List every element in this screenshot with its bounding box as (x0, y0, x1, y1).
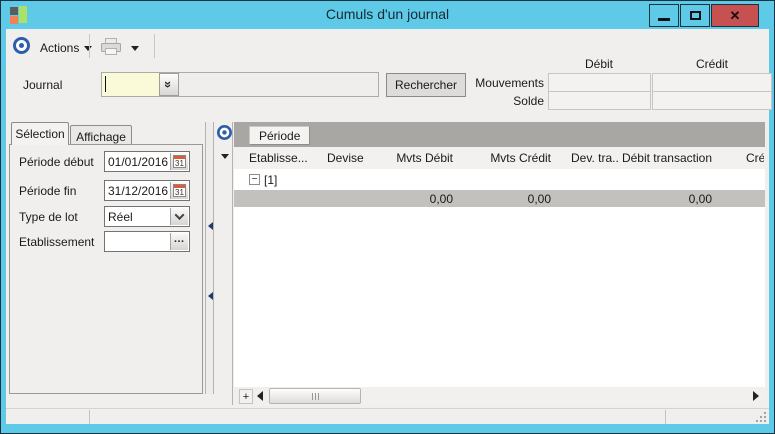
summary-mvts-debit: 0,00 (429, 191, 453, 206)
maximize-icon (689, 11, 701, 20)
journal-label: Journal (23, 78, 63, 92)
text-caret (105, 76, 106, 92)
credit-column-header: Crédit (695, 57, 728, 71)
summary-row: 0,00 0,00 0,00 (234, 190, 765, 207)
print-button[interactable] (100, 38, 122, 59)
column-header[interactable]: Cré (714, 151, 764, 165)
actions-label: Actions (40, 41, 80, 55)
collapse-left-icon[interactable] (208, 222, 213, 230)
collapse-left-icon[interactable] (208, 292, 213, 300)
maximize-button[interactable] (680, 4, 710, 27)
tab-affichage[interactable]: Affichage (70, 125, 132, 145)
grid-options-dropdown-icon[interactable] (221, 154, 229, 159)
minimize-icon (658, 18, 670, 21)
column-header[interactable]: Mvts Crédit (461, 151, 561, 165)
group-row-label: [1] (264, 172, 278, 187)
group-row[interactable]: − [1] (234, 169, 765, 190)
close-icon: ✕ (729, 7, 741, 23)
mouvements-label: Mouvements (475, 76, 544, 90)
journal-lookup-group: » (101, 72, 379, 97)
panel-splitter[interactable] (205, 122, 214, 394)
close-button[interactable]: ✕ (711, 4, 759, 27)
printer-icon (101, 38, 121, 55)
scroll-right-icon[interactable] (753, 391, 759, 401)
actions-menu-button[interactable]: Actions (40, 41, 93, 55)
mouvements-credit-field (652, 73, 772, 92)
debit-column-header: Débit (584, 57, 613, 71)
column-header[interactable]: Mvts Débit (395, 151, 461, 165)
journal-lookup-button[interactable]: » (159, 73, 179, 96)
statusbar-divider (89, 410, 90, 424)
grid-record-icon[interactable] (217, 125, 232, 140)
column-header[interactable]: Débit transaction (619, 151, 714, 165)
toolbar-separator (89, 34, 90, 58)
summary-debit-transaction: 0,00 (688, 191, 712, 206)
double-chevron-down-icon: » (161, 80, 177, 89)
grid-header-row: Etablisse... Devise Mvts Débit Mvts Créd… (234, 147, 765, 169)
journal-input[interactable] (102, 73, 159, 96)
solde-debit-field (548, 91, 651, 110)
title-bar[interactable]: Cumuls d'un journal ✕ (1, 1, 774, 29)
collapse-toggle-icon[interactable]: − (249, 174, 260, 185)
plus-icon: + (242, 390, 250, 403)
minimize-button[interactable] (649, 4, 679, 27)
selection-panel (9, 144, 203, 394)
horizontal-scrollbar[interactable] (255, 388, 765, 405)
tab-selection[interactable]: Sélection (11, 122, 69, 145)
cumuls-grid: Période Etablisse... Devise Mvts Débit M… (234, 122, 765, 387)
statusbar-divider (665, 410, 666, 424)
column-header[interactable]: Devise (327, 151, 395, 165)
scrollbar-thumb[interactable] (269, 388, 361, 404)
column-header[interactable]: Dev. tra... (561, 151, 619, 165)
grid-group-band: Période (234, 122, 765, 147)
mouvements-debit-field (548, 73, 651, 92)
print-dropdown-button[interactable] (131, 46, 139, 51)
column-header[interactable]: Etablisse... (249, 151, 327, 165)
summary-mvts-credit: 0,00 (527, 191, 551, 206)
grid-gutter (216, 122, 233, 405)
app-window: Cumuls d'un journal ✕ Actions Journal » … (0, 0, 775, 434)
toolbar-separator (154, 34, 155, 58)
status-bar (6, 408, 769, 424)
scroll-left-icon[interactable] (257, 391, 263, 401)
solde-credit-field (652, 91, 772, 110)
record-target-icon[interactable] (13, 37, 30, 54)
resize-grip[interactable] (754, 412, 766, 423)
add-row-button[interactable]: + (239, 389, 253, 404)
periode-group-button[interactable]: Période (249, 126, 311, 145)
solde-label: Solde (513, 94, 544, 108)
